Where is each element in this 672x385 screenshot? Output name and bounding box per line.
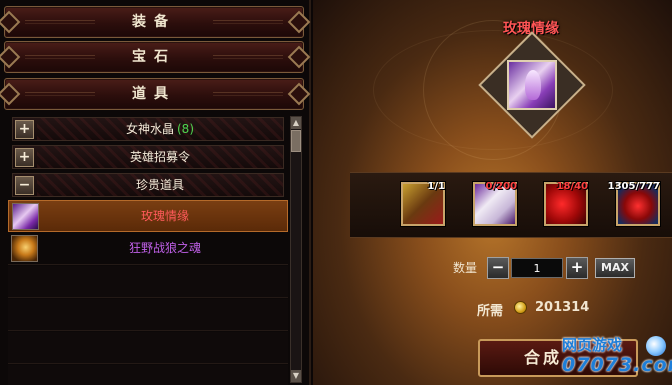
- material-count: 1/1: [427, 181, 445, 192]
- rose-token-icon[interactable]: [507, 60, 557, 110]
- game-window: { "categories": [ { "label": "装备" }, { "…: [0, 0, 672, 385]
- list-item-wolf-soul[interactable]: 狂野战狼之魂: [8, 233, 288, 265]
- subcategory-hero-recruit[interactable]: + 英雄招募令: [12, 145, 284, 169]
- gold-coin-icon: [514, 301, 527, 314]
- red-petals-icon[interactable]: 18/40: [544, 181, 588, 226]
- category-label: 宝石: [132, 49, 176, 65]
- scroll-thumb[interactable]: [291, 130, 301, 152]
- quantity-input[interactable]: [511, 258, 563, 278]
- list-item-rose-love[interactable]: 玫瑰情缘: [8, 200, 288, 232]
- item-label: 狂野战狼之魂: [128, 241, 201, 255]
- watermark-line1: 网页游戏: [562, 336, 623, 354]
- category-label: 道具: [132, 86, 176, 102]
- quantity-plus-button[interactable]: +: [566, 257, 588, 279]
- empty-slot: [8, 266, 288, 298]
- category-equipment[interactable]: 装备: [0, 6, 311, 38]
- max-button[interactable]: MAX: [595, 258, 635, 278]
- rose-token-icon: [12, 203, 39, 230]
- required-value: 201314: [535, 300, 590, 315]
- item-label: 玫瑰情缘: [140, 209, 189, 223]
- white-feather-icon[interactable]: 0/200: [473, 181, 517, 226]
- subcategory-precious-props[interactable]: − 珍贵道具: [12, 173, 284, 197]
- subcategory-label: 珍贵道具: [135, 178, 184, 192]
- subcategory-goddess-crystal[interactable]: + 女神水晶 (8): [12, 117, 284, 141]
- mascot-icon: [646, 336, 666, 356]
- scroll-down-arrow-icon[interactable]: ▼: [291, 370, 301, 382]
- crossed-rose-icon[interactable]: 1/1: [401, 181, 445, 226]
- collapse-button[interactable]: −: [15, 176, 34, 195]
- material-count: 0/200: [485, 181, 517, 192]
- subcategory-count: (8): [177, 122, 194, 136]
- expand-button[interactable]: +: [15, 148, 34, 167]
- empty-slot: [8, 299, 288, 331]
- subcategory-label: 女神水晶 (8): [125, 122, 194, 136]
- scroll-up-arrow-icon[interactable]: ▲: [291, 117, 301, 129]
- expand-button[interactable]: +: [15, 120, 34, 139]
- material-count: 18/40: [556, 181, 588, 192]
- required-label: 所需: [477, 304, 504, 319]
- quantity-label: 数量: [453, 261, 478, 275]
- quantity-minus-button[interactable]: −: [487, 257, 509, 279]
- synthesis-panel: 玫瑰情缘 1/1 0/200 18/40 1305/777 数量 − + MAX…: [313, 0, 672, 385]
- category-props[interactable]: 道具: [0, 78, 311, 110]
- category-gems[interactable]: 宝石: [0, 41, 311, 73]
- site-watermark: 网页游戏 07073.com: [560, 334, 672, 384]
- empty-slot: [8, 365, 288, 385]
- material-count: 1305/777: [607, 181, 660, 192]
- empty-slot: [8, 332, 288, 364]
- watermark-line2: 07073.com: [562, 354, 672, 376]
- category-label: 装备: [132, 14, 176, 30]
- subcategory-label: 英雄招募令: [129, 150, 190, 164]
- wolf-soul-icon: [11, 235, 38, 262]
- item-category-panel: 装备 宝石 道具 + 女神水晶 (8) + 英雄招募令 − 珍贵道具 玫瑰情缘 …: [0, 0, 311, 385]
- list-scrollbar[interactable]: ▲ ▼: [290, 116, 302, 383]
- rose-bouquet-icon[interactable]: 1305/777: [608, 181, 660, 226]
